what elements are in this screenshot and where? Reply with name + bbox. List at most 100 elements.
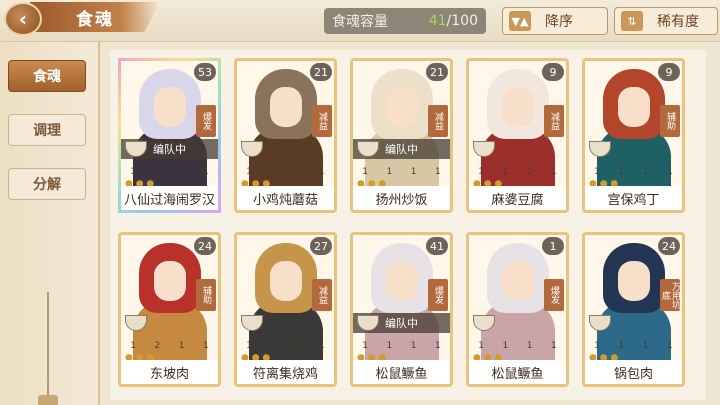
- stat-value: 1: [154, 167, 161, 177]
- stat-row: 1 1 1 1: [237, 165, 334, 179]
- stat-row: 1 1 1 1: [353, 339, 450, 353]
- stat-value: 1: [130, 167, 136, 177]
- stat-row: 1 1 1 1: [237, 339, 334, 353]
- portrait-face: [154, 87, 186, 127]
- stat-value: 1: [435, 341, 441, 351]
- portrait-face: [502, 261, 534, 301]
- tab-cook[interactable]: 调理: [8, 114, 86, 146]
- portrait-face: [270, 87, 302, 127]
- level-badge: 24: [658, 237, 680, 255]
- food-soul-card[interactable]: 21 减益 编队中 1111 ● ● ● 扬州炒饭: [350, 58, 453, 213]
- portrait-face: [618, 261, 650, 301]
- level-badge: 24: [194, 237, 216, 255]
- card-name: 锅包肉: [585, 360, 682, 384]
- tab-decompose[interactable]: 分解: [8, 168, 86, 200]
- stat-value: 1: [502, 341, 509, 351]
- level-badge: 21: [310, 63, 332, 81]
- food-soul-card[interactable]: 24 辅助 1211 ● ● ● 东坡肉: [118, 232, 221, 387]
- page-title: 食魂: [76, 10, 114, 30]
- stat-value: 1: [319, 167, 325, 177]
- card-name: 小鸡炖蘑菇: [237, 186, 334, 210]
- role-tag: 爆发: [544, 279, 564, 311]
- stat-row: 1 1 1 1: [353, 165, 450, 179]
- stat-value: 1: [667, 167, 673, 177]
- food-soul-card[interactable]: 41 爆发 编队中 1111 ● ● ● 松鼠鳜鱼: [350, 232, 453, 387]
- stat-value: 1: [667, 341, 673, 351]
- stat-row: 1 1 1 1: [121, 165, 218, 179]
- food-soul-card[interactable]: 9 减益 1121 ● ● ● 麻婆豆腐: [466, 58, 569, 213]
- role-tag: 减益: [312, 279, 332, 311]
- stat-value: 1: [246, 341, 252, 351]
- stat-value: 1: [386, 341, 393, 351]
- stat-value: 1: [642, 167, 649, 177]
- role-tag: 辅助: [660, 105, 680, 137]
- portrait-face: [618, 87, 650, 127]
- stat-value: 1: [594, 167, 600, 177]
- portrait-face: [502, 87, 534, 127]
- stat-value: 1: [178, 167, 185, 177]
- role-tag: 万用坑底: [660, 279, 680, 311]
- portrait-face: [386, 87, 418, 127]
- stat-value: 1: [203, 167, 209, 177]
- food-soul-card[interactable]: 1 爆发 1111 ● ● ● 松鼠鳜鱼: [466, 232, 569, 387]
- capacity-max: /100: [446, 13, 478, 29]
- card-name: 扬州炒饭: [353, 186, 450, 210]
- stat-value: 1: [551, 167, 557, 177]
- food-soul-card[interactable]: 24 万用坑底 1111 ● ● ● 锅包肉: [582, 232, 685, 387]
- stat-value: 1: [618, 167, 625, 177]
- level-badge: 9: [542, 63, 564, 81]
- stat-value: 1: [502, 167, 509, 177]
- stat-value: 1: [362, 167, 368, 177]
- food-soul-card[interactable]: 9 辅助 1111 ● ● ● 宫保鸡丁: [582, 58, 685, 213]
- sort-by-label: 稀有度: [657, 14, 699, 30]
- stat-value: 1: [478, 341, 484, 351]
- level-badge: 9: [658, 63, 680, 81]
- stat-value: 1: [294, 167, 301, 177]
- level-badge: 1: [542, 237, 564, 255]
- role-tag: 辅助: [196, 279, 216, 311]
- role-tag: 减益: [312, 105, 332, 137]
- back-arrow-icon: ‹: [18, 7, 28, 31]
- sort-arrows-icon: ▼▲: [509, 11, 531, 31]
- food-soul-card[interactable]: 27 减益 1111 ● ● ● 符离集烧鸡: [234, 232, 337, 387]
- sidebar: 食魂 调理 分解: [0, 42, 100, 405]
- stat-value: 1: [294, 341, 301, 351]
- stat-row: 1 2 1 1: [121, 339, 218, 353]
- stat-value: 1: [410, 167, 417, 177]
- stat-value: 1: [478, 167, 484, 177]
- role-tag: 减益: [544, 105, 564, 137]
- stat-value: 1: [642, 341, 649, 351]
- stat-value: 1: [178, 341, 185, 351]
- food-soul-card[interactable]: 21 减益 1111 ● ● ● 小鸡炖蘑菇: [234, 58, 337, 213]
- sort-by-button[interactable]: ⇅ 稀有度: [614, 7, 718, 35]
- stat-row: 1 1 1 1: [585, 165, 682, 179]
- stat-value: 1: [618, 341, 625, 351]
- level-badge: 41: [426, 237, 448, 255]
- card-name: 麻婆豆腐: [469, 186, 566, 210]
- stat-value: 1: [435, 167, 441, 177]
- level-badge: 27: [310, 237, 332, 255]
- stat-value: 2: [526, 167, 533, 177]
- level-badge: 53: [194, 63, 216, 81]
- portrait-face: [386, 261, 418, 301]
- sort-order-button[interactable]: ▼▲ 降序: [502, 7, 608, 35]
- portrait-face: [154, 261, 186, 301]
- level-badge: 21: [426, 63, 448, 81]
- role-tag: 爆发: [196, 105, 216, 137]
- stat-value: 1: [551, 341, 557, 351]
- food-soul-card[interactable]: 53 爆发 编队中 1111 ● ● ● 八仙过海闹罗汉: [118, 58, 221, 213]
- card-name: 符离集烧鸡: [237, 360, 334, 384]
- stat-value: 1: [130, 341, 136, 351]
- card-name: 八仙过海闹罗汉: [121, 186, 218, 210]
- card-name: 松鼠鳜鱼: [469, 360, 566, 384]
- stat-value: 2: [154, 341, 161, 351]
- role-tag: 爆发: [428, 279, 448, 311]
- back-button[interactable]: ‹: [4, 2, 42, 36]
- role-tag: 减益: [428, 105, 448, 137]
- sort-order-label: 降序: [545, 14, 573, 30]
- card-name: 东坡肉: [121, 360, 218, 384]
- hanging-knot: [38, 395, 58, 405]
- stat-value: 1: [270, 167, 277, 177]
- stat-value: 1: [594, 341, 600, 351]
- tab-food-soul[interactable]: 食魂: [8, 60, 86, 92]
